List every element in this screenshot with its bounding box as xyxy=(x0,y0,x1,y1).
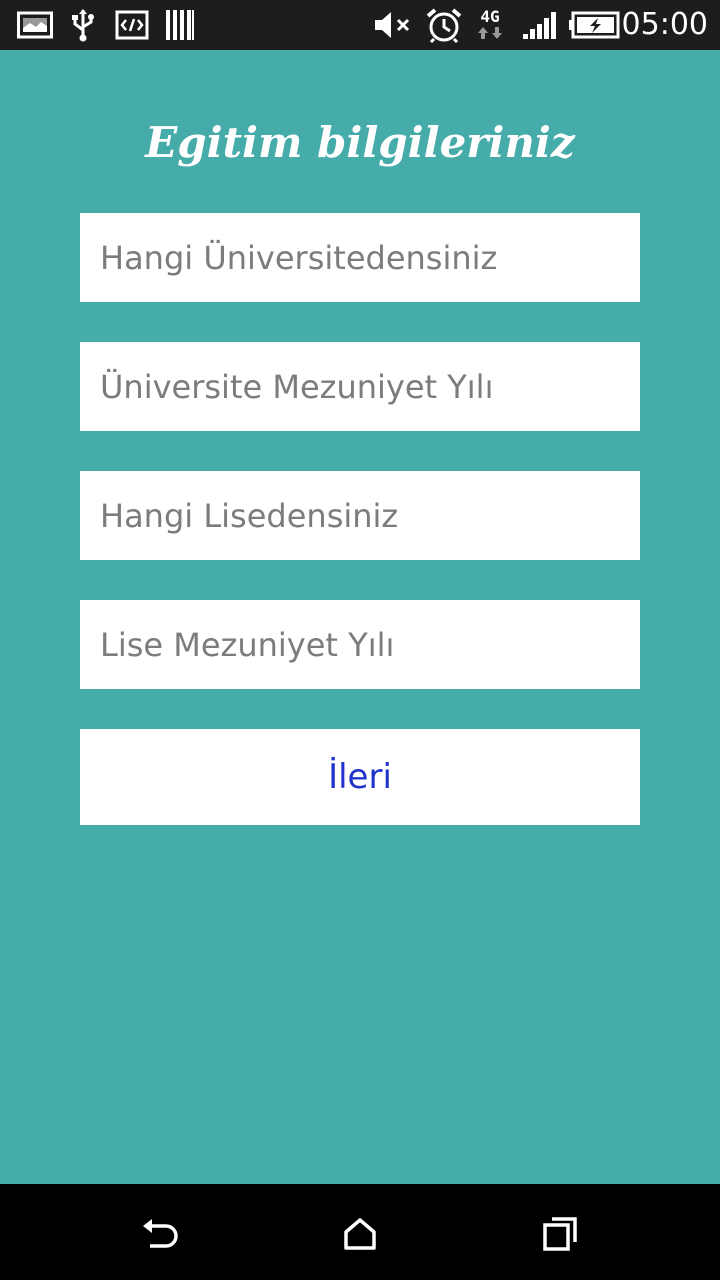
high-school-field[interactable] xyxy=(80,471,640,560)
education-form-screen: Egitim bilgileriniz İleri xyxy=(0,50,720,1184)
next-button[interactable]: İleri xyxy=(80,729,640,825)
high-school-input[interactable] xyxy=(80,471,640,560)
alarm-icon xyxy=(424,8,464,43)
signal-icon xyxy=(520,8,558,42)
network-type-label: 4G xyxy=(480,7,500,26)
university-grad-year-input[interactable] xyxy=(80,342,640,431)
status-bar: 4G 05:00 xyxy=(0,0,720,50)
high-school-grad-year-input[interactable] xyxy=(80,600,640,689)
code-icon xyxy=(114,8,150,42)
page-title: Egitim bilgileriniz xyxy=(145,118,575,167)
network-4g-icon: 4G xyxy=(474,8,506,42)
university-field[interactable] xyxy=(80,213,640,302)
navigation-bar xyxy=(0,1184,720,1280)
usb-icon xyxy=(68,8,98,42)
university-input[interactable] xyxy=(80,213,640,302)
battery-charging-icon xyxy=(568,8,620,42)
status-time: 05:00 xyxy=(621,7,708,42)
home-icon[interactable] xyxy=(338,1212,382,1256)
screenshot-icon xyxy=(16,8,54,42)
back-icon[interactable] xyxy=(138,1212,182,1256)
barcode-icon xyxy=(164,8,196,42)
high-school-grad-year-field[interactable] xyxy=(80,600,640,689)
mute-icon xyxy=(372,8,416,42)
recents-icon[interactable] xyxy=(538,1212,582,1256)
university-grad-year-field[interactable] xyxy=(80,342,640,431)
